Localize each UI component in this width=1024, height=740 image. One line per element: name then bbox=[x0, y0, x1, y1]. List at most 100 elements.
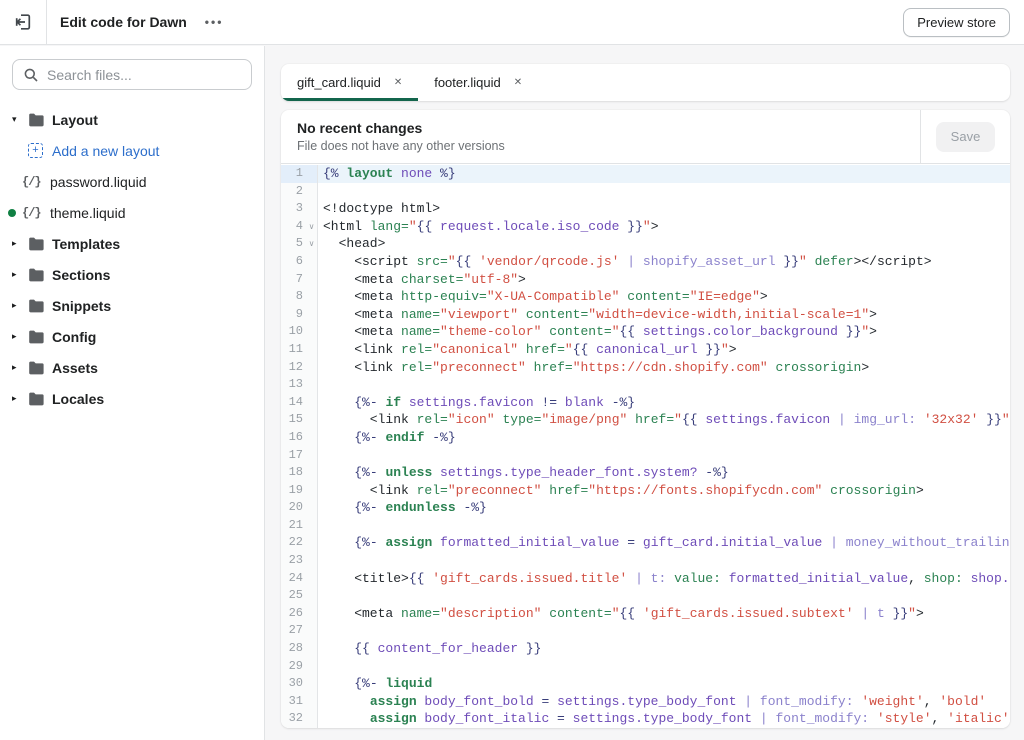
code-line[interactable]: 8 <meta http-equiv="X-UA-Compatible" con… bbox=[281, 288, 1010, 306]
code-editor[interactable]: 1 {% layout none %} 2 3 <!doctype html> 4 ∨ <ht… bbox=[281, 164, 1010, 728]
sidebar-file-password-liquid[interactable]: {/} password.liquid bbox=[0, 166, 264, 197]
code-line[interactable]: 20 {%- endunless -%} bbox=[281, 499, 1010, 517]
line-number: 10 bbox=[281, 323, 318, 341]
search-input[interactable] bbox=[47, 66, 241, 83]
line-number: 20 bbox=[281, 499, 318, 517]
code-line[interactable]: 19 <link rel="preconnect" href="https://… bbox=[281, 481, 1010, 500]
sidebar: ▾ Layout + Add a new layout {/} password.liqu… bbox=[0, 46, 265, 740]
caret-right-icon[interactable]: ▸ bbox=[12, 331, 25, 342]
code-line[interactable]: 24 <title>{{ 'gift_cards.issued.title' |… bbox=[281, 569, 1010, 588]
caret-right-icon[interactable]: ▸ bbox=[12, 362, 25, 373]
file-tree: ▾ Layout + Add a new layout {/} password.liqu… bbox=[0, 100, 264, 414]
folder-label: Locales bbox=[52, 390, 105, 407]
folder-icon bbox=[29, 392, 44, 405]
code-line[interactable]: 3 <!doctype html> bbox=[281, 200, 1010, 218]
braces-icon: {/} bbox=[22, 174, 42, 189]
line-number: 12 bbox=[281, 358, 318, 377]
file-label: theme.liquid bbox=[50, 204, 126, 221]
sidebar-folder-layout[interactable]: ▾ Layout bbox=[0, 104, 264, 135]
code-line[interactable]: 11 <link rel="canonical" href="{{ canoni… bbox=[281, 340, 1010, 359]
code-line[interactable]: 12 <link rel="preconnect" href="https://… bbox=[281, 358, 1010, 377]
code-line[interactable]: 16 {%- endif -%} bbox=[281, 428, 1010, 447]
code-line[interactable]: 21 bbox=[281, 516, 1010, 535]
line-number: 13 bbox=[281, 376, 318, 394]
save-button[interactable]: Save bbox=[935, 121, 996, 152]
code-line[interactable]: 15 <link rel="icon" type="image/png" hre… bbox=[281, 411, 1010, 429]
line-number: 19 bbox=[281, 481, 318, 500]
caret-down-icon[interactable]: ▾ bbox=[12, 114, 25, 125]
exit-editor-button[interactable] bbox=[0, 0, 47, 44]
save-section: Save bbox=[920, 110, 1010, 163]
add-new-layout-button[interactable]: + Add a new layout bbox=[0, 135, 264, 166]
braces-icon: {/} bbox=[22, 205, 42, 220]
preview-store-button[interactable]: Preview store bbox=[903, 8, 1010, 37]
sidebar-folder-config[interactable]: ▸ Config bbox=[0, 321, 264, 352]
code-line[interactable]: 30 {%- liquid bbox=[281, 675, 1010, 693]
line-number: 9 bbox=[281, 305, 318, 324]
line-number: 26 bbox=[281, 604, 318, 623]
code-line[interactable]: 4 ∨ <html lang="{{ request.locale.iso_code… bbox=[281, 217, 1010, 236]
code-line[interactable]: 1 {% layout none %} bbox=[281, 165, 1010, 183]
close-icon[interactable]: ✕ bbox=[514, 77, 522, 88]
fold-icon[interactable]: ∨ bbox=[306, 235, 317, 253]
tab-label: gift_card.liquid bbox=[297, 75, 381, 90]
folder-label: Assets bbox=[52, 359, 98, 376]
line-number: 7 bbox=[281, 270, 318, 289]
code-line[interactable]: 14 {%- if settings.favicon != blank -%} bbox=[281, 393, 1010, 412]
caret-right-icon[interactable]: ▸ bbox=[12, 238, 25, 249]
code-line[interactable]: 32 assign body_font_italic = settings.ty… bbox=[281, 710, 1010, 728]
folder-icon bbox=[29, 330, 44, 343]
more-menu-button[interactable]: ••• bbox=[205, 16, 224, 28]
line-number: 22 bbox=[281, 534, 318, 553]
folder-icon bbox=[29, 361, 44, 374]
caret-right-icon[interactable]: ▸ bbox=[12, 300, 25, 311]
code-line[interactable]: 5 ∨ <head> bbox=[281, 235, 1010, 253]
code-line[interactable]: 26 <meta name="description" content="{{ … bbox=[281, 604, 1010, 623]
code-line[interactable]: 13 bbox=[281, 376, 1010, 394]
code-line[interactable]: 25 bbox=[281, 587, 1010, 605]
sidebar-folder-templates[interactable]: ▸ Templates bbox=[0, 228, 264, 259]
code-line[interactable]: 28 {{ content_for_header }} bbox=[281, 640, 1010, 658]
status-title: No recent changes bbox=[297, 120, 423, 136]
line-number: 18 bbox=[281, 464, 318, 482]
code-line[interactable]: 27 bbox=[281, 622, 1010, 641]
version-status: No recent changes File does not have any… bbox=[281, 110, 920, 163]
tab-footer-liquid[interactable]: footer.liquid ✕ bbox=[418, 64, 538, 101]
horizontal-dots-icon: ••• bbox=[204, 15, 224, 29]
exit-icon bbox=[15, 14, 31, 30]
fold-icon[interactable]: ∨ bbox=[306, 218, 317, 236]
code-line[interactable]: 23 bbox=[281, 552, 1010, 570]
close-icon[interactable]: ✕ bbox=[394, 77, 402, 88]
folder-label: Sections bbox=[52, 266, 111, 283]
main-area: gift_card.liquid ✕ footer.liquid ✕ No recen… bbox=[266, 46, 1024, 740]
code-line[interactable]: 6 <script src="{{ 'vendor/qrcode.js' | s… bbox=[281, 252, 1010, 271]
code-line[interactable]: 22 {%- assign formatted_initial_value = … bbox=[281, 534, 1010, 553]
code-line[interactable]: 2 bbox=[281, 182, 1010, 201]
code-line[interactable]: 31 assign body_font_bold = settings.type… bbox=[281, 692, 1010, 711]
tab-gift-card-liquid[interactable]: gift_card.liquid ✕ bbox=[281, 64, 419, 101]
line-number: 4 ∨ bbox=[281, 217, 318, 236]
code-line[interactable]: 17 bbox=[281, 446, 1010, 465]
page-title: Edit code for Dawn bbox=[60, 14, 187, 30]
folder-label: Config bbox=[52, 328, 97, 345]
search-box[interactable] bbox=[12, 59, 252, 90]
caret-right-icon[interactable]: ▸ bbox=[12, 269, 25, 280]
code-line[interactable]: 9 <meta name="viewport" content="width=d… bbox=[281, 305, 1010, 324]
caret-right-icon[interactable]: ▸ bbox=[12, 393, 25, 404]
code-line[interactable]: 18 {%- unless settings.type_header_font.… bbox=[281, 464, 1010, 482]
sidebar-folder-sections[interactable]: ▸ Sections bbox=[0, 259, 264, 290]
line-number: 31 bbox=[281, 692, 318, 711]
line-number: 27 bbox=[281, 622, 318, 641]
sidebar-folder-assets[interactable]: ▸ Assets bbox=[0, 352, 264, 383]
sidebar-folder-snippets[interactable]: ▸ Snippets bbox=[0, 290, 264, 321]
line-number: 17 bbox=[281, 446, 318, 465]
code-line[interactable]: 7 <meta charset="utf-8"> bbox=[281, 270, 1010, 289]
folder-icon bbox=[29, 268, 44, 281]
code-line[interactable]: 29 bbox=[281, 657, 1010, 676]
line-number: 16 bbox=[281, 428, 318, 447]
sidebar-file-theme-liquid[interactable]: {/} theme.liquid bbox=[0, 197, 264, 228]
tab-label: footer.liquid bbox=[434, 75, 501, 90]
sidebar-folder-locales[interactable]: ▸ Locales bbox=[0, 383, 264, 414]
folder-label: Snippets bbox=[52, 297, 112, 314]
code-line[interactable]: 10 <meta name="theme-color" content="{{ … bbox=[281, 323, 1010, 341]
